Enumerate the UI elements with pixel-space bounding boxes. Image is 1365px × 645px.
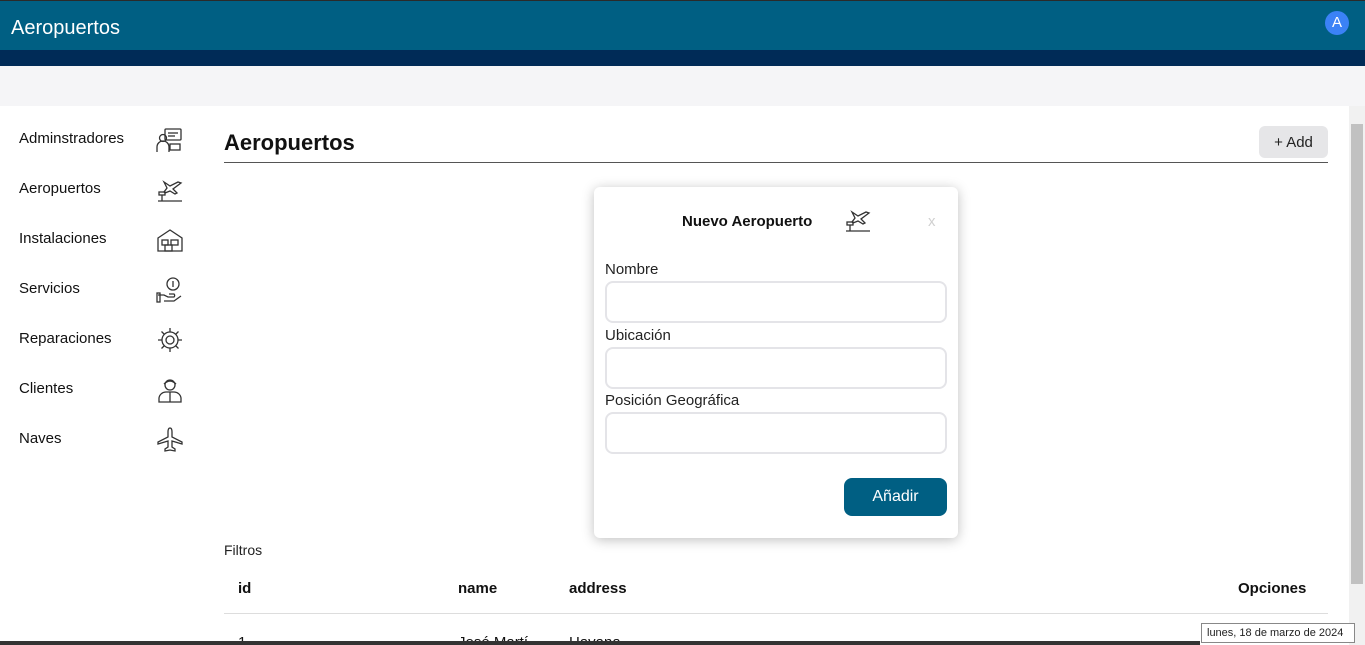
sidebar-item-label: Aeropuertos <box>19 180 101 197</box>
divider <box>224 162 1328 163</box>
user-avatar[interactable]: A <box>1325 11 1349 35</box>
sidebar-item-clientes[interactable]: Clientes <box>0 368 204 408</box>
sidebar-item-label: Servicios <box>19 280 80 297</box>
column-header-id: id <box>238 580 252 597</box>
page-title: Aeropuertos <box>224 130 355 155</box>
sidebar-item-instalaciones[interactable]: Instalaciones <box>0 218 204 258</box>
column-header-opciones: Opciones <box>1238 580 1307 597</box>
filters-label[interactable]: Filtros <box>224 542 262 558</box>
facilities-icon <box>156 226 184 254</box>
services-icon <box>156 276 184 304</box>
date-tooltip: lunes, 18 de marzo de 2024 <box>1201 623 1355 643</box>
posicion-geografica-input[interactable] <box>605 412 947 454</box>
posicion-geografica-label: Posición Geográfica <box>605 392 740 409</box>
app-title: Aeropuertos <box>11 17 120 39</box>
ubicacion-label: Ubicación <box>605 327 671 344</box>
column-header-address: address <box>569 580 627 597</box>
scrollbar-thumb[interactable] <box>1351 124 1363 584</box>
airport-icon <box>844 206 872 234</box>
sidebar-item-servicios[interactable]: Servicios <box>0 268 204 308</box>
sidebar-item-label: Adminstradores <box>19 130 125 147</box>
client-icon <box>156 376 184 404</box>
close-button[interactable]: x <box>928 213 936 230</box>
sidebar-item-administradores[interactable]: Adminstradores <box>0 118 204 158</box>
sidebar-item-label: Reparaciones <box>19 330 112 347</box>
sidebar-item-reparaciones[interactable]: Reparaciones <box>0 318 204 358</box>
airport-icon <box>156 176 184 204</box>
admin-icon <box>156 126 184 154</box>
sidebar-item-aeropuertos[interactable]: Aeropuertos <box>0 168 204 208</box>
anadir-button[interactable]: Añadir <box>844 478 947 516</box>
nombre-label: Nombre <box>605 261 659 278</box>
plane-icon <box>156 426 184 454</box>
column-header-name: name <box>458 580 498 597</box>
page-scrollbar[interactable] <box>1349 106 1365 645</box>
modal-title: Nuevo Aeropuerto <box>682 213 813 230</box>
new-airport-modal: Nuevo Aeropuerto x Nombre Ubicación Posi… <box>594 187 958 538</box>
add-button[interactable]: + Add <box>1259 126 1328 158</box>
bottom-edge <box>0 641 1200 645</box>
sidebar-item-label: Naves <box>19 430 62 447</box>
gear-icon <box>156 326 184 354</box>
top-bar: Aeropuertos A <box>0 0 1365 50</box>
sub-header-bar <box>0 50 1365 66</box>
sidebar: Adminstradores Aeropuertos Instalaciones… <box>0 106 204 645</box>
sidebar-item-label: Clientes <box>19 380 74 397</box>
ubicacion-input[interactable] <box>605 347 947 389</box>
nombre-input[interactable] <box>605 281 947 323</box>
sidebar-item-naves[interactable]: Naves <box>0 418 204 458</box>
sidebar-item-label: Instalaciones <box>19 230 107 247</box>
table-divider <box>224 613 1328 614</box>
